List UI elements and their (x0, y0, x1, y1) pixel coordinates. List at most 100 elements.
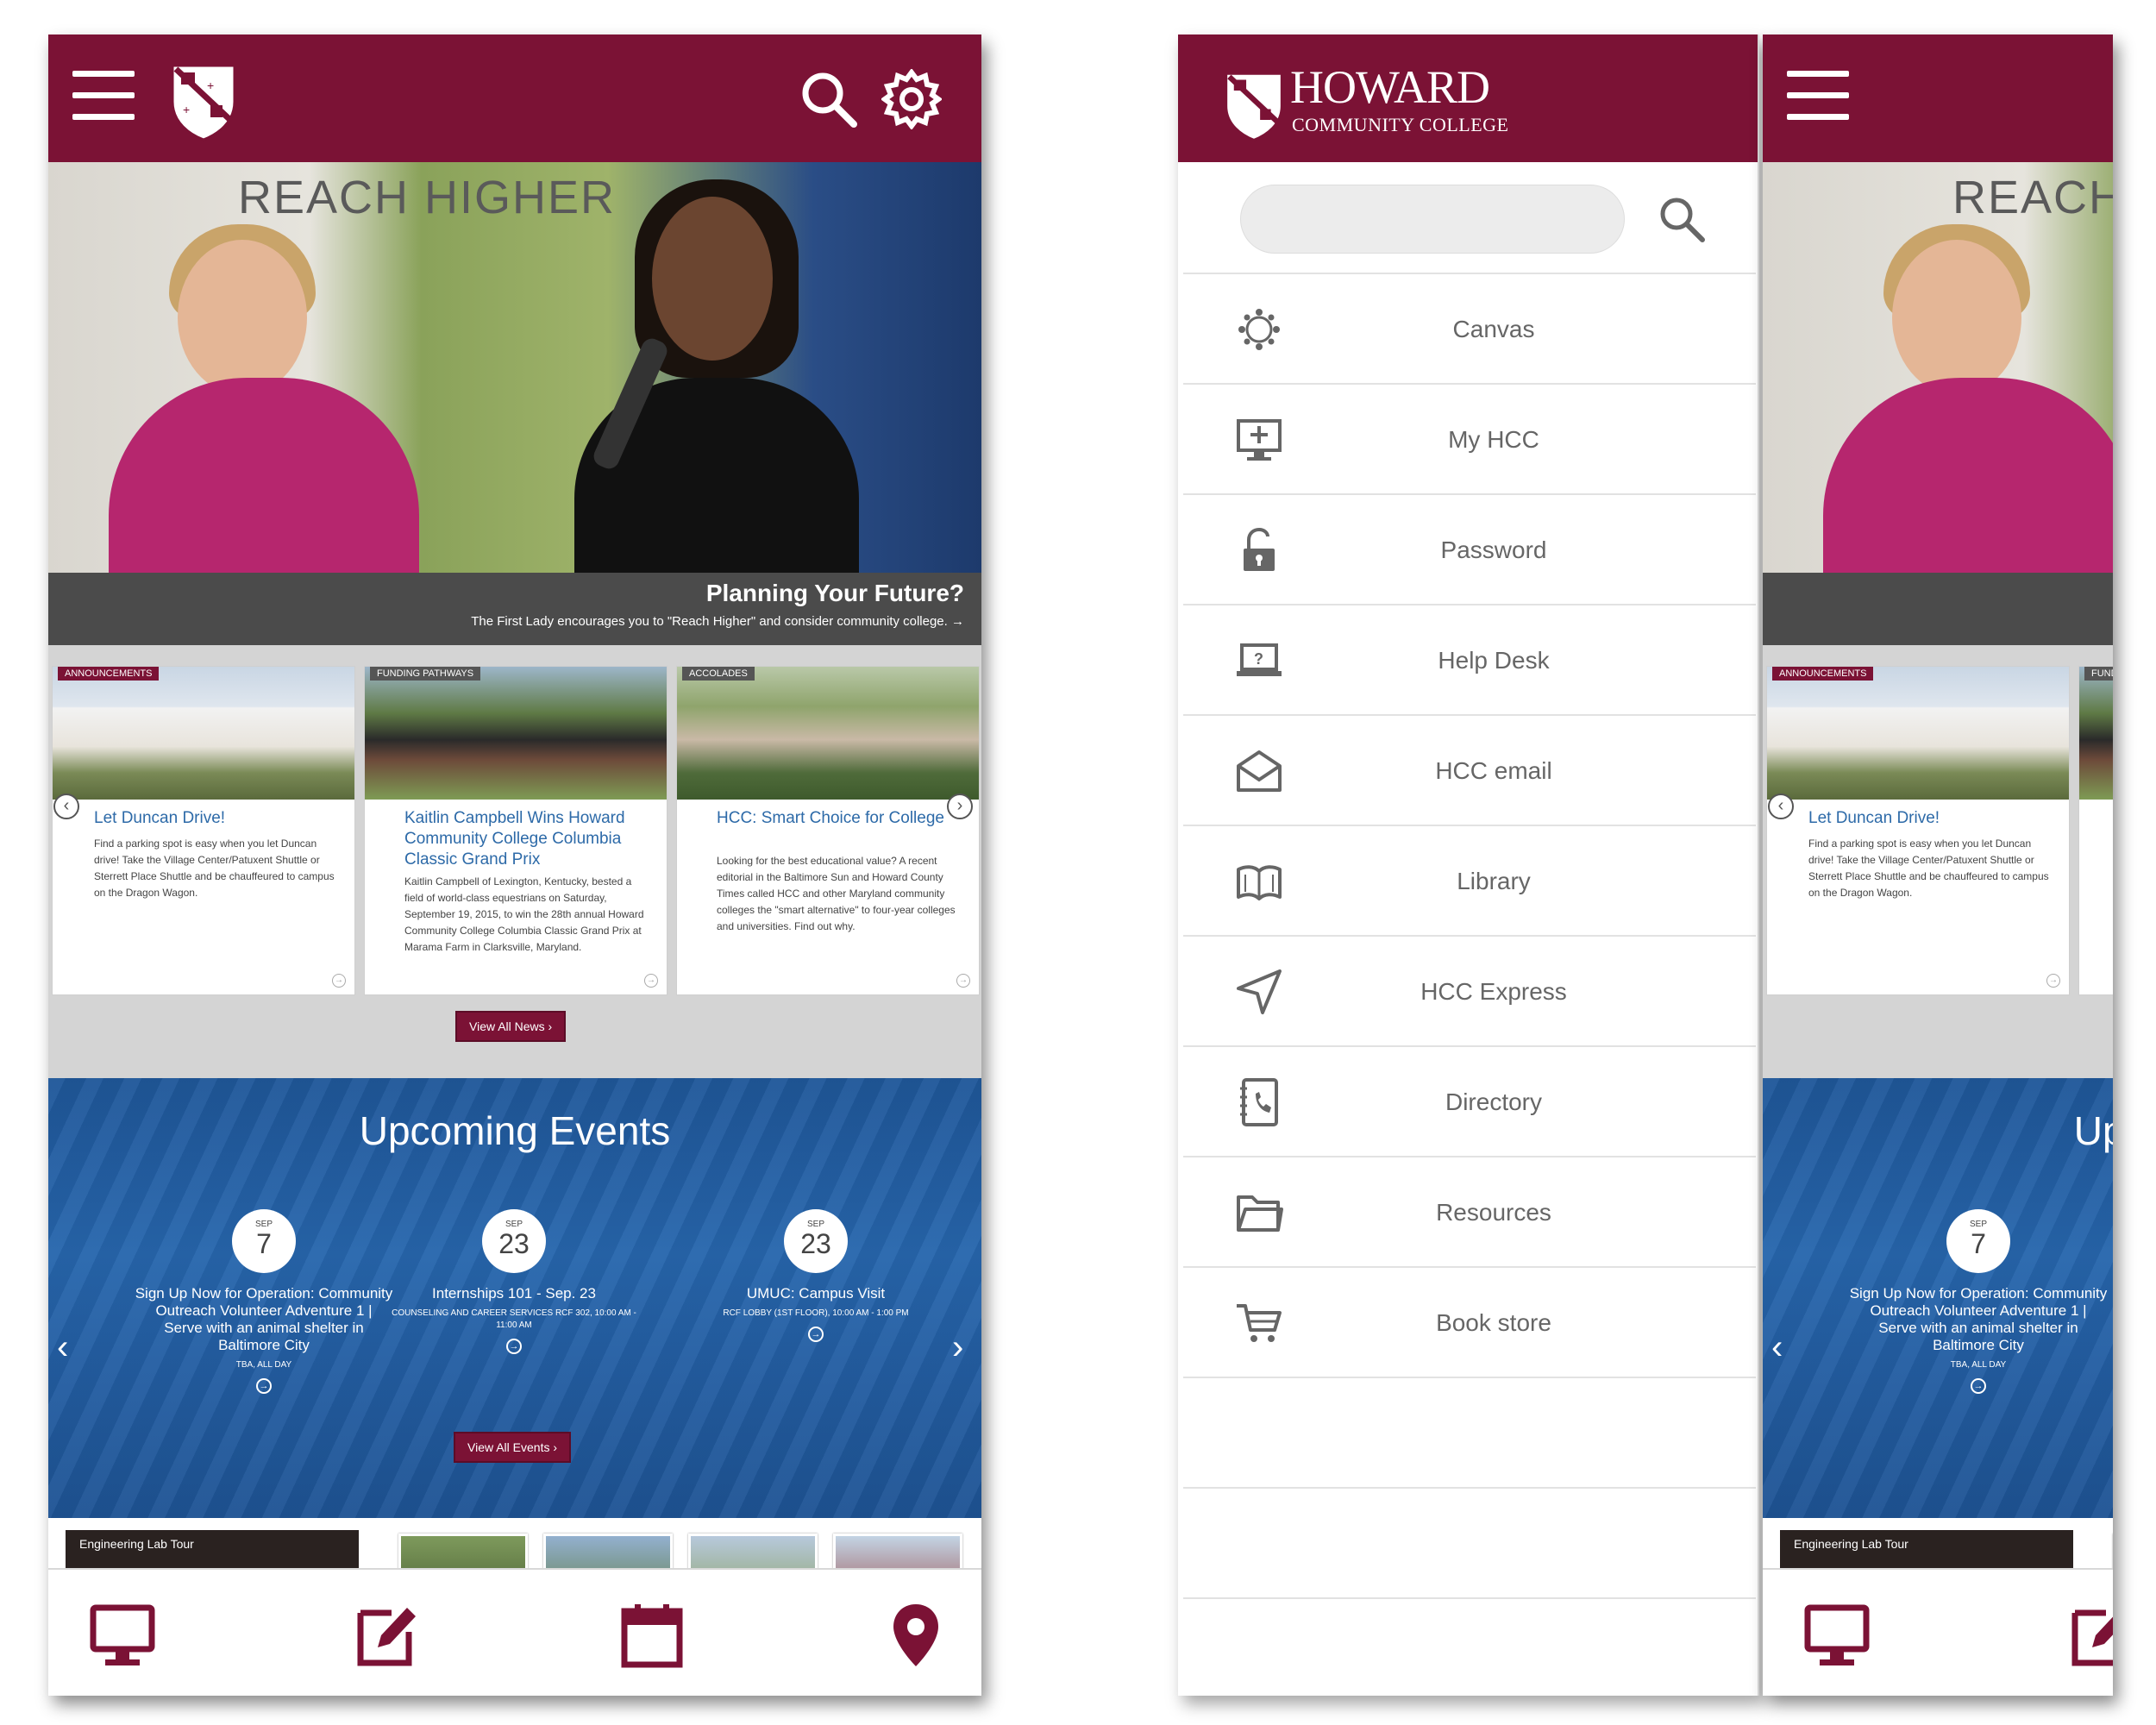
event-item[interactable]: SEP 23 UMUC: Campus Visit RCF LOBBY (1ST… (686, 1209, 945, 1342)
events-section: Upcoming Events SEP 7 Sign Up Now for Op… (48, 1078, 981, 1518)
events-prev-arrow-icon[interactable]: ‹ (57, 1328, 68, 1367)
edit-icon[interactable] (352, 1601, 421, 1670)
event-meta: COUNSELING AND CAREER SERVICES RCF 302, … (392, 1308, 636, 1330)
drawer-item-library[interactable]: Library (1183, 825, 1756, 935)
drawer-search-input[interactable] (1241, 185, 1624, 253)
read-more-icon[interactable]: → (2046, 974, 2060, 988)
phone-screen-home-offset: REACH HIGHER ANNOUNCEMENTS Let Duncan Dr… (1763, 34, 2113, 1696)
drawer-header: HOWARD COMMUNITY COLLEGE (1178, 34, 1758, 162)
phone-screen-home: + + REACH HIGHER Planning Your Future? T… (48, 34, 981, 1696)
news-card-headline[interactable]: Let Duncan Drive! (1808, 808, 2059, 829)
event-go-icon[interactable]: → (506, 1339, 522, 1354)
event-item[interactable]: SEP 7 Sign Up Now for Operation: Communi… (1849, 1209, 2108, 1394)
news-card[interactable]: ANNOUNCEMENTS Let Duncan Drive! Find a p… (52, 666, 355, 995)
news-card-image (365, 667, 667, 800)
view-all-events-button[interactable]: View All Events › (454, 1432, 572, 1463)
news-prev-arrow-icon[interactable]: ‹ (1768, 794, 1794, 819)
hcc-crest-logo[interactable] (1223, 69, 1285, 141)
hero-banner-text: REACH HIGHER (1952, 172, 2113, 223)
news-card-headline[interactable]: HCC: Smart Choice for College (717, 808, 967, 829)
calendar-icon[interactable] (617, 1601, 686, 1670)
drawer-item-resources[interactable]: Resources (1183, 1156, 1756, 1266)
news-card-body: Kaitlin Campbell of Lexington, Kentucky,… (404, 875, 644, 953)
read-more-icon[interactable]: → (956, 974, 970, 988)
hero-banner-text: REACH HIGHER (238, 172, 617, 223)
monitor-icon[interactable] (88, 1601, 157, 1670)
top-bar (1763, 34, 2113, 162)
navigation-arrow-icon (1237, 969, 1282, 1014)
gear-icon[interactable] (881, 69, 942, 129)
drawer-item-hcc-email[interactable]: HCC email (1183, 714, 1756, 825)
hamburger-icon[interactable] (1787, 71, 1849, 122)
event-date-badge: SEP 7 (232, 1209, 296, 1273)
hero-caption[interactable]: Planning Your Future? The First Lady enc… (48, 573, 981, 645)
event-meta: TBA, ALL DAY (1950, 1360, 2007, 1370)
news-prev-arrow-icon[interactable]: ‹ (53, 794, 79, 819)
monitor-icon[interactable] (1802, 1601, 1871, 1670)
brand-subtitle: COMMUNITY COLLEGE (1292, 114, 1509, 135)
drawer-item-label: My HCC (1448, 426, 1539, 453)
news-card-tag: ANNOUNCEMENTS (58, 667, 160, 681)
unlock-icon (1244, 527, 1275, 571)
events-next-arrow-icon[interactable]: › (952, 1328, 963, 1367)
drawer-item-directory[interactable]: Directory (1183, 1045, 1756, 1156)
event-go-icon[interactable]: → (1971, 1378, 1986, 1394)
drawer-item-label: Directory (1445, 1088, 1542, 1115)
svg-text:+: + (207, 78, 214, 92)
book-icon (1237, 865, 1282, 900)
edit-icon[interactable] (2066, 1601, 2113, 1670)
drawer-item-canvas[interactable]: Canvas (1183, 273, 1756, 383)
drawer-item-book-store[interactable]: Book store (1183, 1266, 1756, 1377)
navigation-drawer: HOWARD COMMUNITY COLLEGE Canvas My HCC P… (1178, 34, 1759, 1696)
event-item[interactable]: SEP 7 Sign Up Now for Operation: Communi… (135, 1209, 393, 1394)
drawer-divider (1183, 1377, 1756, 1378)
read-more-icon[interactable]: → (332, 974, 346, 988)
drawer-item-label: Canvas (1452, 316, 1535, 342)
search-icon[interactable] (1658, 195, 1706, 243)
event-name[interactable]: Sign Up Now for Operation: Community Out… (135, 1285, 393, 1354)
search-icon[interactable] (799, 69, 859, 129)
drawer-item-label: Resources (1436, 1199, 1551, 1226)
news-section: ANNOUNCEMENTS Let Duncan Drive! Find a p… (48, 645, 981, 1078)
events-section: Upcoming Events SEP 7 Sign Up Now for Op… (1763, 1078, 2113, 1518)
news-card-tag: FUNDING PATHWAYS (2084, 667, 2113, 681)
hamburger-icon[interactable] (72, 71, 135, 122)
event-name[interactable]: Sign Up Now for Operation: Community Out… (1849, 1285, 2108, 1354)
drawer-item-help-desk[interactable]: ? Help Desk (1183, 604, 1756, 714)
news-section: ANNOUNCEMENTS Let Duncan Drive! Find a p… (1763, 645, 2113, 1078)
drawer-item-label: Book store (1436, 1309, 1551, 1336)
news-card-headline[interactable]: Let Duncan Drive! (94, 808, 344, 829)
hero-subtitle: The First Lady encourages you to "Reach … (471, 614, 964, 629)
hero-image[interactable]: REACH HIGHER (1763, 162, 2113, 573)
drawer-search-field[interactable] (1240, 185, 1625, 254)
home-app: + + REACH HIGHER Planning Your Future? T… (48, 34, 981, 1696)
news-next-arrow-icon[interactable]: › (947, 794, 973, 819)
event-item[interactable]: SEP 23 Internships 101 - Sep. 23 COUNSEL… (385, 1209, 643, 1354)
drawer-item-label: HCC email (1435, 757, 1552, 784)
hero-image[interactable]: REACH HIGHER (48, 162, 981, 573)
map-pin-icon[interactable] (881, 1601, 950, 1670)
hero-caption[interactable] (1763, 573, 2113, 645)
bottom-nav (48, 1568, 981, 1696)
drawer-item-myhcc[interactable]: My HCC (1183, 383, 1756, 493)
news-card[interactable]: ACCOLADES HCC: Smart Choice for College … (676, 666, 980, 995)
event-name[interactable]: Internships 101 - Sep. 23 (385, 1285, 643, 1302)
events-prev-arrow-icon[interactable]: ‹ (1771, 1328, 1783, 1367)
brand-wordmark: HOWARD (1290, 61, 1490, 113)
view-all-news-button[interactable]: View All News › (455, 1011, 567, 1042)
event-date-badge: SEP 23 (784, 1209, 848, 1273)
read-more-icon[interactable]: → (644, 974, 658, 988)
event-name[interactable]: UMUC: Campus Visit (686, 1285, 945, 1302)
event-go-icon[interactable]: → (256, 1378, 272, 1394)
news-card[interactable]: FUNDING PATHWAYS Kaitlin Campbell Wins H… (364, 666, 667, 995)
drawer-item-hcc-express[interactable]: HCC Express (1183, 935, 1756, 1045)
news-card[interactable]: ANNOUNCEMENTS Let Duncan Drive! Find a p… (1766, 666, 2070, 995)
news-card-body: Find a parking spot is easy when you let… (1808, 837, 2049, 899)
news-card-headline[interactable]: Kaitlin Campbell Wins Howard Community C… (404, 808, 655, 870)
svg-text:?: ? (1254, 650, 1263, 668)
event-go-icon[interactable]: → (808, 1327, 824, 1342)
hcc-crest-logo[interactable]: + + (169, 60, 238, 141)
event-item[interactable]: SEP 23 (2099, 1209, 2113, 1273)
drawer-item-password[interactable]: Password (1183, 493, 1756, 604)
news-card[interactable]: FUNDING PATHWAYS (2078, 666, 2113, 995)
